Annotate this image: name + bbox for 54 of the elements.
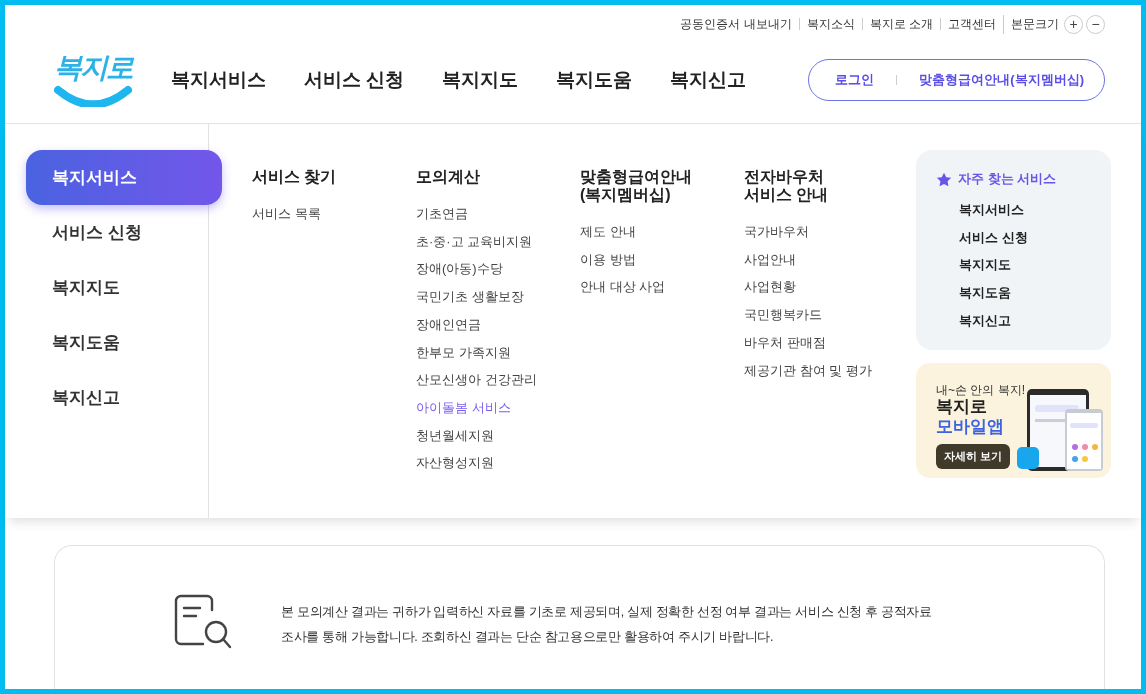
column-heading: 전자바우처 서비스 안내 bbox=[744, 168, 830, 204]
menu-link[interactable]: 초·중·고 교육비지원 bbox=[416, 227, 580, 256]
menu-link[interactable]: 국민행복카드 bbox=[744, 301, 908, 329]
menu-link[interactable]: 제공기관 참여 및 평가 bbox=[744, 356, 908, 385]
column-heading: 모의계산 bbox=[416, 168, 481, 186]
promo-tagline: 내~손 안의 복지! bbox=[936, 383, 1026, 397]
nav-link[interactable]: 서비스 신청 bbox=[304, 67, 405, 93]
menu-link[interactable]: 사업현황 bbox=[744, 273, 908, 302]
menu-link[interactable]: 한부모 가족지원 bbox=[416, 338, 580, 367]
utility-link[interactable]: 복지로 소개 bbox=[861, 18, 940, 30]
menu-link[interactable]: 장애인연금 bbox=[416, 310, 580, 339]
menu-link[interactable]: 국가바우처 bbox=[744, 218, 908, 246]
menu-link[interactable]: 국민기초 생활보장 bbox=[416, 283, 580, 311]
favorite-link[interactable]: 복지서비스 bbox=[959, 196, 1111, 224]
promo-subtitle: 모바일앱 bbox=[936, 417, 1005, 437]
menu-link[interactable]: 제도 안내 bbox=[580, 218, 744, 246]
favorite-link[interactable]: 복지신고 bbox=[959, 306, 1111, 335]
details-button[interactable]: 자세히 보기 bbox=[936, 444, 1011, 469]
nav-link[interactable]: 복지신고 bbox=[670, 67, 747, 93]
nav-link[interactable]: 복지지도 bbox=[442, 67, 519, 93]
menu-item[interactable]: 복지신고 bbox=[26, 370, 222, 425]
favorites-title: 자주 찾는 서비스 bbox=[958, 170, 1057, 188]
menu-link[interactable]: 산모신생아 건강관리 bbox=[416, 366, 580, 394]
menu-link[interactable]: 기초연금 bbox=[416, 200, 580, 228]
menu-link[interactable]: 자산형성지원 bbox=[416, 449, 580, 478]
utility-link[interactable]: 복지소식 bbox=[798, 18, 862, 30]
promo-title: 복지로 bbox=[936, 397, 988, 417]
menu-link[interactable]: 장애(아동)수당 bbox=[416, 255, 580, 284]
menu-link[interactable]: 서비스 목록 bbox=[252, 200, 416, 228]
membership-link[interactable]: 맞춤형급여안내(복지멤버십) bbox=[919, 71, 1084, 89]
utility-link[interactable]: 고객센터 bbox=[940, 18, 1003, 30]
nav-link[interactable]: 복지서비스 bbox=[171, 67, 266, 93]
menu-link[interactable]: 아이돌봄 서비스 bbox=[416, 393, 580, 422]
notice-text: 본 모의계산 결과는 귀하가 입력하신 자료를 기초로 제공되며, 실제 정확한 선정 여부 결과는 서비스 신청 후 공적자료 조사를 통해 가능합니다. 조회하신 결과는 단순 참고용으로만 활용하여 주시기 바랍니다. bbox=[281, 604, 933, 646]
menu-item[interactable]: 복지서비스 bbox=[26, 150, 222, 205]
menu-item[interactable]: 서비스 신청 bbox=[26, 205, 222, 260]
utility-link[interactable]: 공동인증서 내보내기 bbox=[673, 18, 799, 30]
column-heading: 서비스 찾기 bbox=[252, 168, 338, 186]
menu-link[interactable]: 청년월세지원 bbox=[416, 421, 580, 450]
login-link[interactable]: 로그인 bbox=[835, 71, 875, 89]
font-size-label: 본문크기 bbox=[1011, 18, 1059, 30]
nav-link[interactable]: 복지도움 bbox=[556, 67, 633, 93]
favorite-link[interactable]: 복지도움 bbox=[959, 279, 1111, 307]
menu-item[interactable]: 복지도움 bbox=[26, 315, 222, 370]
menu-link[interactable]: 바우처 판매점 bbox=[744, 328, 908, 357]
menu-link[interactable]: 이용 방법 bbox=[580, 245, 744, 274]
favorite-link[interactable]: 복지지도 bbox=[959, 251, 1111, 280]
zoom-in-button[interactable]: + bbox=[1064, 14, 1083, 34]
column-heading: 맞춤형급여안내 (복지멤버십) bbox=[580, 168, 693, 204]
menu-link[interactable]: 안내 대상 사업 bbox=[580, 273, 744, 302]
zoom-out-button[interactable]: − bbox=[1086, 14, 1105, 34]
menu-item[interactable]: 복지지도 bbox=[26, 260, 222, 315]
favorite-link[interactable]: 서비스 신청 bbox=[959, 223, 1111, 252]
menu-link[interactable]: 사업안내 bbox=[744, 245, 908, 274]
